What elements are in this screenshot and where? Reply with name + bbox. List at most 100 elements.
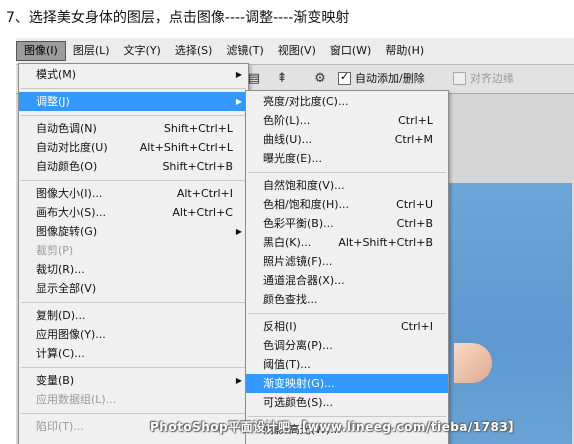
image-menu-item-label: 调整(J)	[36, 95, 70, 108]
adjust-menu-item-label: 曝光度(E)...	[263, 152, 323, 165]
menu-filter[interactable]: 滤镜(T)	[219, 41, 270, 61]
image-menu-item-label: 裁剪(P)	[36, 244, 74, 257]
adjust-menu-item-shortcut: Alt+Shift+Ctrl+B	[338, 236, 433, 249]
submenu-arrow-icon: ▶	[235, 227, 242, 236]
adjust-menu-item[interactable]: 色调分离(P)...	[246, 336, 448, 355]
adjust-menu-item-label: 色阶(L)...	[263, 114, 311, 127]
submenu-arrow-icon: ▶	[235, 376, 242, 385]
menu-help[interactable]: 帮助(H)	[378, 41, 431, 61]
photoshop-window: 图像(I) 图层(L) 文字(Y) 选择(S) 滤镜(T) 视图(V) 窗口(W…	[16, 38, 574, 444]
image-menu-item-label: 显示全部(V)	[36, 282, 97, 295]
image-menu: 模式(M) ▶ 调整(J) ▶ 自动色调(N) Shift+Ctrl+L 自动对比度(U) A…	[18, 63, 249, 444]
align-edges-label: 对齐边缘	[470, 72, 514, 85]
image-menu-item-label: 裁切(R)...	[36, 263, 85, 276]
image-menu-item[interactable]: 显示全部(V)	[19, 279, 248, 298]
image-menu-item-label: 应用图像(Y)...	[36, 328, 106, 341]
image-menu-item-label: 图像大小(I)...	[36, 187, 103, 200]
image-menu-item[interactable]: 图像旋转(G) ▶	[19, 222, 248, 241]
image-menu-item[interactable]: 画布大小(S)... Alt+Ctrl+C	[19, 203, 248, 222]
adjust-menu-item-label: 黑白(K)...	[263, 236, 312, 249]
adjust-menu-separator	[248, 416, 446, 417]
adjust-menu-item-label: 色调分离(P)...	[263, 339, 333, 352]
image-menu-item[interactable]: 复制(D)...	[19, 306, 248, 325]
adjust-menu-item[interactable]: 曲线(U)... Ctrl+M	[246, 130, 448, 149]
image-menu-item-label: 复制(D)...	[36, 309, 86, 322]
image-menu-item[interactable]: 计算(C)...	[19, 344, 248, 363]
menu-type[interactable]: 文字(Y)	[117, 41, 168, 61]
adjust-menu-item[interactable]: 照片滤镜(F)...	[246, 252, 448, 271]
menu-select[interactable]: 选择(S)	[168, 41, 220, 61]
image-menu-separator	[21, 88, 246, 89]
adjust-menu-item[interactable]: 黑白(K)... Alt+Shift+Ctrl+B	[246, 233, 448, 252]
image-menu-item[interactable]: 自动对比度(U) Alt+Shift+Ctrl+L	[19, 138, 248, 157]
adjust-menu-item[interactable]: 阈值(T)...	[246, 355, 448, 374]
image-menu-item[interactable]: 自动颜色(O) Shift+Ctrl+B	[19, 157, 248, 176]
adjust-menu-item-label: 阈值(T)...	[263, 358, 311, 371]
adjust-menu-item-label: 曲线(U)...	[263, 133, 313, 146]
adjust-menu-item[interactable]: 渐变映射(G)...	[246, 374, 448, 393]
adjust-menu-item[interactable]: 曝光度(E)...	[246, 149, 448, 168]
image-menu-item-shortcut: Shift+Ctrl+B	[162, 160, 233, 173]
adjust-menu-item-label: 通道混合器(X)...	[263, 274, 345, 287]
adjust-menu-item[interactable]: 自然饱和度(V)...	[246, 176, 448, 195]
image-menu-item[interactable]: 变量(B) ▶	[19, 371, 248, 390]
document-canvas[interactable]	[436, 183, 572, 444]
auto-add-delete-checkbox[interactable]	[338, 70, 351, 85]
adjust-menu-item-label: 照片滤镜(F)...	[263, 255, 333, 268]
adjust-menu-item-label: 色彩平衡(B)...	[263, 217, 334, 230]
submenu-arrow-icon: ▶	[235, 97, 242, 106]
image-menu-item-label: 计算(C)...	[36, 347, 85, 360]
image-menu-item-label: 自动颜色(O)	[36, 160, 98, 173]
image-menu-item[interactable]: 裁切(R)...	[19, 260, 248, 279]
menu-view[interactable]: 视图(V)	[271, 41, 323, 61]
image-menu-item[interactable]: 自动色调(N) Shift+Ctrl+L	[19, 119, 248, 138]
image-menu-separator	[21, 413, 246, 414]
adjust-menu-item-label: 色相/饱和度(H)...	[263, 198, 350, 211]
image-menu-separator	[21, 302, 246, 303]
image-menu-separator	[21, 180, 246, 181]
tutorial-caption: 7、选择美女身体的图层，点击图像----调整----渐变映射	[6, 10, 350, 26]
adjust-menu-item[interactable]: 颜色查找...	[246, 290, 448, 309]
image-menu-item[interactable]: 模式(M) ▶	[19, 65, 248, 84]
watermark: PhotoShop平面设计吧 【www.lineeg.com/tieba/178…	[150, 420, 521, 434]
adjust-menu-item[interactable]: 色彩平衡(B)... Ctrl+B	[246, 214, 448, 233]
adjust-menu-item-shortcut: Ctrl+I	[400, 320, 433, 333]
adjustments-submenu: 亮度/对比度(C)... 色阶(L)... Ctrl+L 曲线(U)... Ctrl+M…	[245, 90, 449, 444]
image-menu-item-label: 应用数据组(L)...	[36, 393, 117, 406]
submenu-arrow-icon: ▶	[235, 70, 242, 79]
image-menu-item: 应用数据组(L)...	[19, 390, 248, 409]
adjust-menu-item[interactable]: 可选颜色(S)...	[246, 393, 448, 412]
adjust-menu-item-label: 可选颜色(S)...	[263, 396, 334, 409]
menu-bar: 图像(I) 图层(L) 文字(Y) 选择(S) 滤镜(T) 视图(V) 窗口(W…	[16, 38, 574, 65]
adjust-menu-item[interactable]: 反相(I) Ctrl+I	[246, 317, 448, 336]
adjust-menu-item-shortcut: Ctrl+L	[398, 114, 433, 127]
adjust-menu-item-label: 亮度/对比度(C)...	[263, 95, 349, 108]
image-menu-item-shortcut: Alt+Ctrl+C	[172, 206, 233, 219]
image-menu-item-shortcut: Alt+Shift+Ctrl+L	[139, 141, 233, 154]
menu-image[interactable]: 图像(I)	[16, 41, 66, 61]
image-menu-item-label: 画布大小(S)...	[36, 206, 107, 219]
adjust-menu-item-label: 颜色查找...	[263, 293, 318, 306]
path-arrange-icon[interactable]: ⇞	[274, 71, 290, 87]
adjust-menu-item[interactable]: 亮度/对比度(C)...	[246, 92, 448, 111]
adjust-menu-item-shortcut: Ctrl+U	[396, 198, 433, 211]
adjust-menu-item-label: 反相(I)	[263, 320, 297, 333]
image-menu-item[interactable]: 调整(J) ▶	[19, 92, 248, 111]
align-edges-checkbox[interactable]	[453, 72, 466, 85]
image-menu-item-shortcut: Alt+Ctrl+I	[176, 187, 233, 200]
image-menu-item[interactable]: 图像大小(I)... Alt+Ctrl+I	[19, 184, 248, 203]
menu-layer[interactable]: 图层(L)	[66, 41, 117, 61]
image-menu-item-label: 模式(M)	[36, 68, 77, 81]
image-menu-item-label: 自动色调(N)	[36, 122, 97, 135]
image-menu-item[interactable]: 应用图像(Y)...	[19, 325, 248, 344]
image-menu-item-shortcut: Shift+Ctrl+L	[163, 122, 233, 135]
gear-icon[interactable]: ⚙	[312, 71, 328, 87]
image-menu-item-label: 陷印(T)...	[36, 420, 84, 433]
adjust-menu-item[interactable]: 色阶(L)... Ctrl+L	[246, 111, 448, 130]
image-menu-item: 裁剪(P)	[19, 241, 248, 260]
menu-window[interactable]: 窗口(W)	[323, 41, 378, 61]
adjust-menu-item[interactable]: 通道混合器(X)...	[246, 271, 448, 290]
image-menu-item-label: 变量(B)	[36, 374, 75, 387]
adjust-menu-item-shortcut: Ctrl+M	[394, 133, 433, 146]
adjust-menu-item[interactable]: 色相/饱和度(H)... Ctrl+U	[246, 195, 448, 214]
